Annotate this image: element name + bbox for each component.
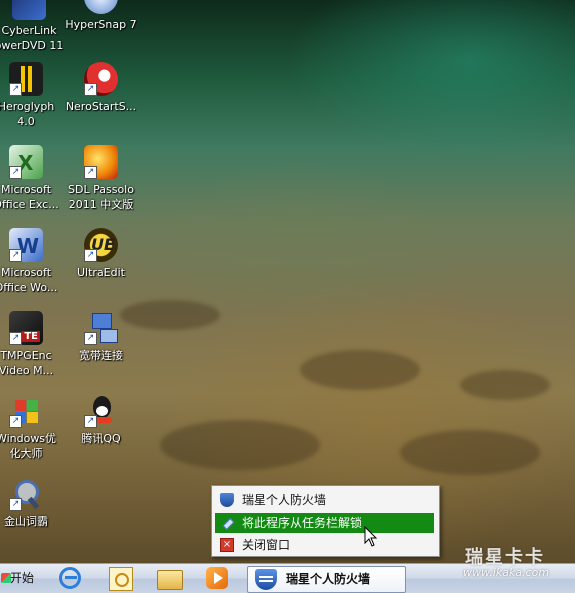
ultraedit-icon: UE ↗ [84, 228, 118, 262]
hypersnap-icon [84, 0, 118, 14]
windows-optimizer-icon: ↗ [9, 394, 43, 428]
desktop-icon-powerdvd[interactable]: CyberLink owerDVD 11 [0, 0, 68, 53]
desktop-icon-broadband[interactable]: ↗ 宽带连接 [62, 311, 140, 363]
desktop-icon-excel[interactable]: X ↗ Microsoft Office Exc... [0, 145, 65, 212]
close-window-icon: × [220, 538, 234, 552]
desktop-icon-label: NeroStartS... [65, 100, 137, 113]
desktop-icon-passolo[interactable]: ↗ SDL Passolo 2011 中文版 [62, 145, 140, 212]
watermark: 瑞星卡卡 www.ikaka.com [447, 540, 567, 582]
excel-icon: X ↗ [9, 145, 43, 179]
desktop-icon-label: SDL Passolo 2011 中文版 [68, 183, 134, 211]
menu-item-label: 将此程序从任务栏解锁 [242, 516, 363, 530]
desktop-icon-label: CyberLink owerDVD 11 [0, 24, 64, 52]
desktop-icon-label: 腾讯QQ [81, 432, 121, 445]
menu-item-open-firewall[interactable]: 瑞星个人防火墙 [215, 490, 434, 510]
quick-launch-calendar[interactable] [106, 566, 134, 591]
desktop-icon-label: Microsoft Office Exc... [0, 183, 59, 211]
quick-launch-media-player[interactable] [203, 566, 231, 591]
desktop-icon-hypersnap[interactable]: HyperSnap 7 [62, 0, 140, 32]
desktop-icon-qq[interactable]: ↗ 腾讯QQ [62, 394, 140, 446]
desktop-icon-ultraedit[interactable]: UE ↗ UltraEdit [62, 228, 140, 280]
desktop: CyberLink owerDVD 11 HyperSnap 7 ↗ Herog… [0, 0, 575, 563]
start-label: 开始 [10, 571, 35, 585]
start-button[interactable]: 开始 [0, 567, 38, 590]
tmpgenc-icon: TE ↗ [9, 311, 43, 345]
calendar-icon [109, 567, 133, 591]
desktop-icon-label: 金山词霸 [4, 515, 48, 528]
desktop-icon-kingsoft-dict[interactable]: ↗ 金山词霸 [0, 477, 65, 529]
desktop-icon-label: HyperSnap 7 [65, 18, 137, 31]
desktop-icon-label: Microsoft Office Wo... [0, 266, 58, 294]
heroglyph-icon: ↗ [9, 62, 43, 96]
desktop-icon-label: Windows优 化大师 [0, 432, 57, 460]
firewall-icon [220, 493, 234, 507]
taskbar-context-menu: 瑞星个人防火墙 将此程序从任务栏解锁 × 关闭窗口 [211, 485, 440, 557]
explorer-icon [157, 570, 183, 590]
taskbar-button-firewall[interactable]: 瑞星个人防火墙 [247, 566, 406, 593]
powerdvd-icon [12, 0, 46, 20]
quick-launch-explorer[interactable] [155, 566, 183, 591]
desktop-icon-label: UltraEdit [77, 266, 125, 279]
media-player-icon [206, 567, 228, 589]
unpin-icon [220, 516, 235, 531]
menu-item-unpin-from-taskbar[interactable]: 将此程序从任务栏解锁 [215, 513, 434, 533]
desktop-icon-label: TMPGEnc Video M... [0, 349, 54, 377]
mouse-cursor-icon [364, 526, 378, 547]
desktop-icon-word[interactable]: W ↗ Microsoft Office Wo... [0, 228, 65, 295]
taskbar-button-label: 瑞星个人防火墙 [286, 572, 371, 586]
nero-icon: ↗ [84, 62, 118, 96]
firewall-icon [251, 569, 281, 590]
desktop-icon-heroglyph[interactable]: ↗ Heroglyph 4.0 [0, 62, 65, 129]
menu-item-label: 关闭窗口 [242, 538, 291, 552]
menu-item-close-window[interactable]: × 关闭窗口 [215, 535, 434, 555]
desktop-icon-label: 宽带连接 [79, 349, 123, 362]
word-icon: W ↗ [9, 228, 43, 262]
desktop-icon-nero[interactable]: ↗ NeroStartS... [62, 62, 140, 114]
desktop-icon-label: Heroglyph 4.0 [0, 100, 55, 128]
kingsoft-dict-icon: ↗ [9, 477, 43, 511]
passolo-icon: ↗ [84, 145, 118, 179]
broadband-icon: ↗ [84, 311, 118, 345]
desktop-icon-tmpgenc[interactable]: TE ↗ TMPGEnc Video M... [0, 311, 65, 378]
watermark-url: www.ikaka.com [463, 566, 550, 579]
ie-icon [59, 567, 81, 589]
menu-item-label: 瑞星个人防火墙 [242, 493, 327, 507]
quick-launch-ie[interactable] [56, 566, 84, 591]
desktop-icon-windows-optimizer[interactable]: ↗ Windows优 化大师 [0, 394, 65, 461]
qq-icon: ↗ [84, 394, 118, 428]
